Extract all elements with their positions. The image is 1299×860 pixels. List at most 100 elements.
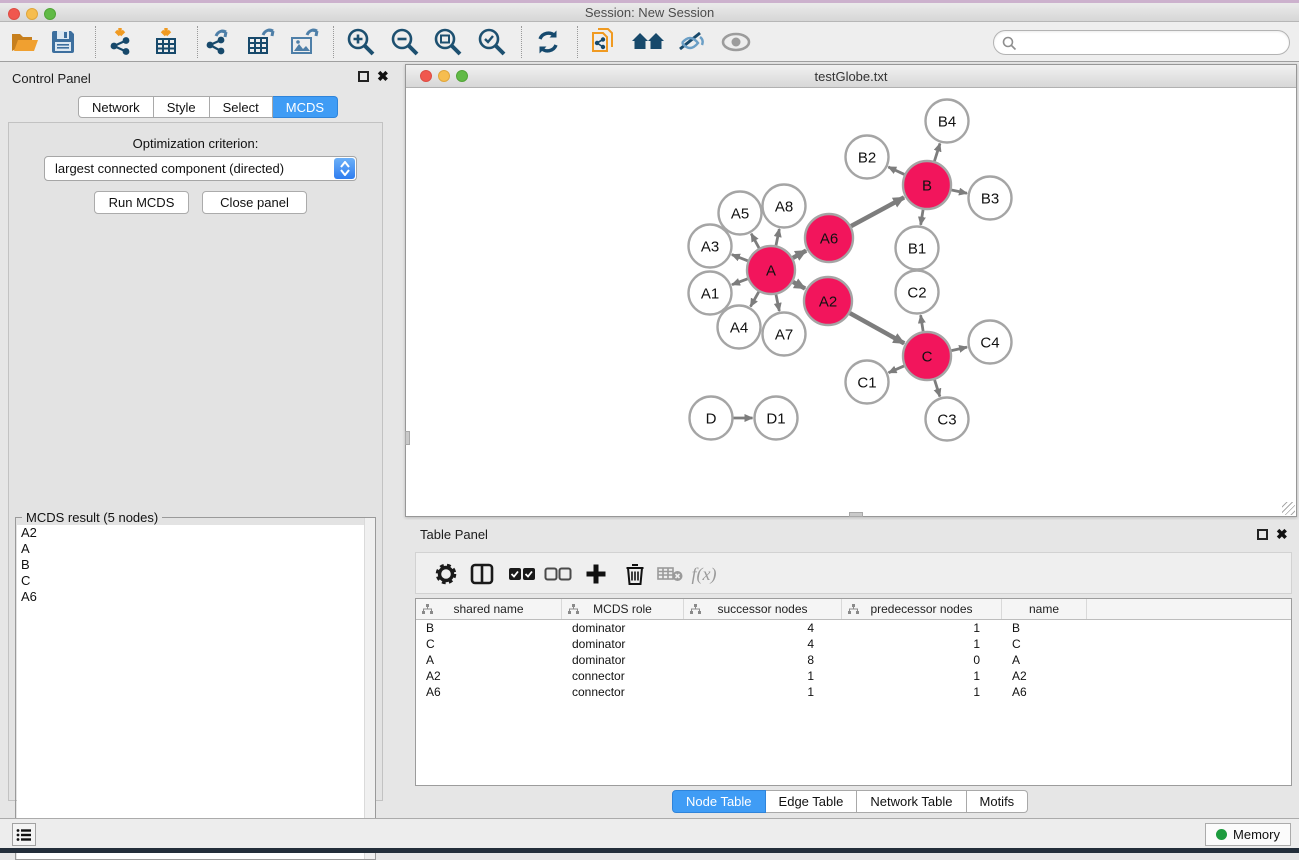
graph-edge-A6-B[interactable] [851, 197, 904, 226]
table-row[interactable]: Bdominator41B [416, 620, 1291, 636]
zoom-fit-icon[interactable] [431, 26, 465, 58]
close-panel-button[interactable]: Close panel [202, 191, 307, 214]
save-session-icon[interactable] [46, 26, 80, 58]
table-cell[interactable]: A2 [1002, 668, 1087, 684]
table-cell[interactable]: A6 [1002, 684, 1087, 700]
task-history-button[interactable] [12, 823, 36, 846]
show-column-icon[interactable] [466, 558, 498, 590]
graph-edge-B-B3[interactable] [951, 190, 967, 193]
table-row[interactable]: A6connector11A6 [416, 684, 1291, 700]
select-all-icon[interactable] [506, 558, 538, 590]
zoom-in-icon[interactable] [344, 26, 378, 58]
delete-table-icon[interactable] [654, 558, 686, 590]
table-cell[interactable]: C [416, 636, 562, 652]
network-from-file-icon[interactable] [588, 26, 622, 58]
table-cell[interactable]: dominator [562, 652, 684, 668]
tab-network[interactable]: Network [78, 96, 154, 118]
criterion-dropdown[interactable]: largest connected component (directed) [44, 156, 357, 181]
export-network-icon[interactable] [201, 26, 235, 58]
column-header-predecessor-nodes[interactable]: predecessor nodes [842, 599, 1002, 619]
search-field[interactable] [993, 30, 1290, 55]
graph-edge-C-C1[interactable] [889, 366, 904, 373]
graph-edge-A-A2[interactable] [793, 282, 805, 289]
table-settings-gear-icon[interactable] [430, 558, 462, 590]
zoom-out-icon[interactable] [388, 26, 422, 58]
close-panel-icon[interactable]: ✖ [377, 71, 389, 82]
graph-edge-B-B2[interactable] [888, 167, 904, 174]
deselect-all-icon[interactable] [542, 558, 574, 590]
hide-panel-eye-icon[interactable] [674, 26, 708, 58]
table-cell[interactable]: dominator [562, 636, 684, 652]
column-header-shared-name[interactable]: shared name [416, 599, 562, 619]
vertical-scroll-thumb[interactable] [405, 431, 410, 445]
import-network-icon[interactable] [104, 26, 138, 58]
mcds-result-item[interactable]: A2 [17, 525, 375, 541]
graph-edge-A-A5[interactable] [751, 234, 759, 248]
float-panel-icon[interactable] [358, 71, 369, 82]
tab-network-table[interactable]: Network Table [857, 790, 966, 813]
zoom-selected-icon[interactable] [475, 26, 509, 58]
graph-edge-C-C3[interactable] [935, 380, 940, 397]
network-canvas[interactable]: AA1A2A3A4A5A6A7A8BB1B2B3B4CC1C2C3C4DD1 [406, 88, 1296, 516]
graph-edge-A-A7[interactable] [776, 294, 779, 310]
tab-node-table[interactable]: Node Table [672, 790, 766, 813]
import-table-icon[interactable] [149, 26, 183, 58]
table-body[interactable]: Bdominator41BCdominator41CAdominator80AA… [416, 620, 1291, 700]
table-row[interactable]: A2connector11A2 [416, 668, 1291, 684]
table-cell[interactable]: connector [562, 684, 684, 700]
table-cell[interactable]: C [1002, 636, 1087, 652]
window-resize-grip[interactable] [1282, 502, 1295, 515]
network-graph[interactable]: AA1A2A3A4A5A6A7A8BB1B2B3B4CC1C2C3C4DD1 [406, 88, 1296, 516]
table-cell[interactable]: 1 [684, 668, 842, 684]
table-cell[interactable]: B [1002, 620, 1087, 636]
graph-edge-A-A1[interactable] [732, 279, 748, 285]
table-row[interactable]: Cdominator41C [416, 636, 1291, 652]
search-input[interactable] [1020, 33, 1280, 52]
run-mcds-button[interactable]: Run MCDS [94, 191, 189, 214]
graph-edge-A-A4[interactable] [751, 292, 759, 307]
tab-mcds[interactable]: MCDS [273, 96, 338, 118]
table-cell[interactable]: 1 [842, 684, 1002, 700]
graph-edge-A-A8[interactable] [776, 229, 779, 245]
table-cell[interactable]: 4 [684, 636, 842, 652]
mcds-result-item[interactable]: A [17, 541, 375, 557]
table-cell[interactable]: 1 [842, 668, 1002, 684]
table-cell[interactable]: 1 [684, 684, 842, 700]
table-cell[interactable]: B [416, 620, 562, 636]
table-cell[interactable]: 4 [684, 620, 842, 636]
graph-edge-A-A6[interactable] [793, 251, 806, 258]
delete-column-trash-icon[interactable] [619, 558, 651, 590]
open-session-icon[interactable] [8, 26, 42, 58]
export-table-icon[interactable] [244, 26, 278, 58]
network-window-titlebar[interactable]: testGlobe.txt [406, 65, 1296, 88]
table-cell[interactable]: A [1002, 652, 1087, 668]
graph-edge-B-B1[interactable] [921, 210, 923, 225]
mcds-result-scrollbar[interactable] [364, 518, 375, 859]
tab-motifs[interactable]: Motifs [967, 790, 1029, 813]
float-table-panel-icon[interactable] [1257, 529, 1268, 540]
horizontal-scroll-thumb[interactable] [849, 512, 863, 517]
table-cell[interactable]: connector [562, 668, 684, 684]
column-header-name[interactable]: name [1002, 599, 1087, 619]
table-cell[interactable]: 1 [842, 636, 1002, 652]
graph-edge-A2-C[interactable] [850, 313, 904, 343]
refresh-icon[interactable] [531, 26, 565, 58]
table-cell[interactable]: dominator [562, 620, 684, 636]
column-header-successor-nodes[interactable]: successor nodes [684, 599, 842, 619]
table-cell[interactable]: 8 [684, 652, 842, 668]
table-cell[interactable]: A6 [416, 684, 562, 700]
table-cell[interactable]: A [416, 652, 562, 668]
node-table[interactable]: shared nameMCDS rolesuccessor nodesprede… [415, 598, 1292, 786]
tab-style[interactable]: Style [154, 96, 210, 118]
export-image-icon[interactable] [287, 26, 321, 58]
table-cell[interactable]: 1 [842, 620, 1002, 636]
table-row[interactable]: Adominator80A [416, 652, 1291, 668]
memory-button[interactable]: Memory [1205, 823, 1291, 846]
close-table-panel-icon[interactable]: ✖ [1276, 529, 1288, 540]
mcds-result-list[interactable]: A2ABCA6 [17, 525, 375, 859]
mcds-result-item[interactable]: C [17, 573, 375, 589]
graph-edge-C-C2[interactable] [921, 315, 924, 331]
table-cell[interactable]: 0 [842, 652, 1002, 668]
function-builder-icon[interactable]: f(x) [688, 558, 720, 590]
table-header-row[interactable]: shared nameMCDS rolesuccessor nodesprede… [416, 599, 1291, 620]
